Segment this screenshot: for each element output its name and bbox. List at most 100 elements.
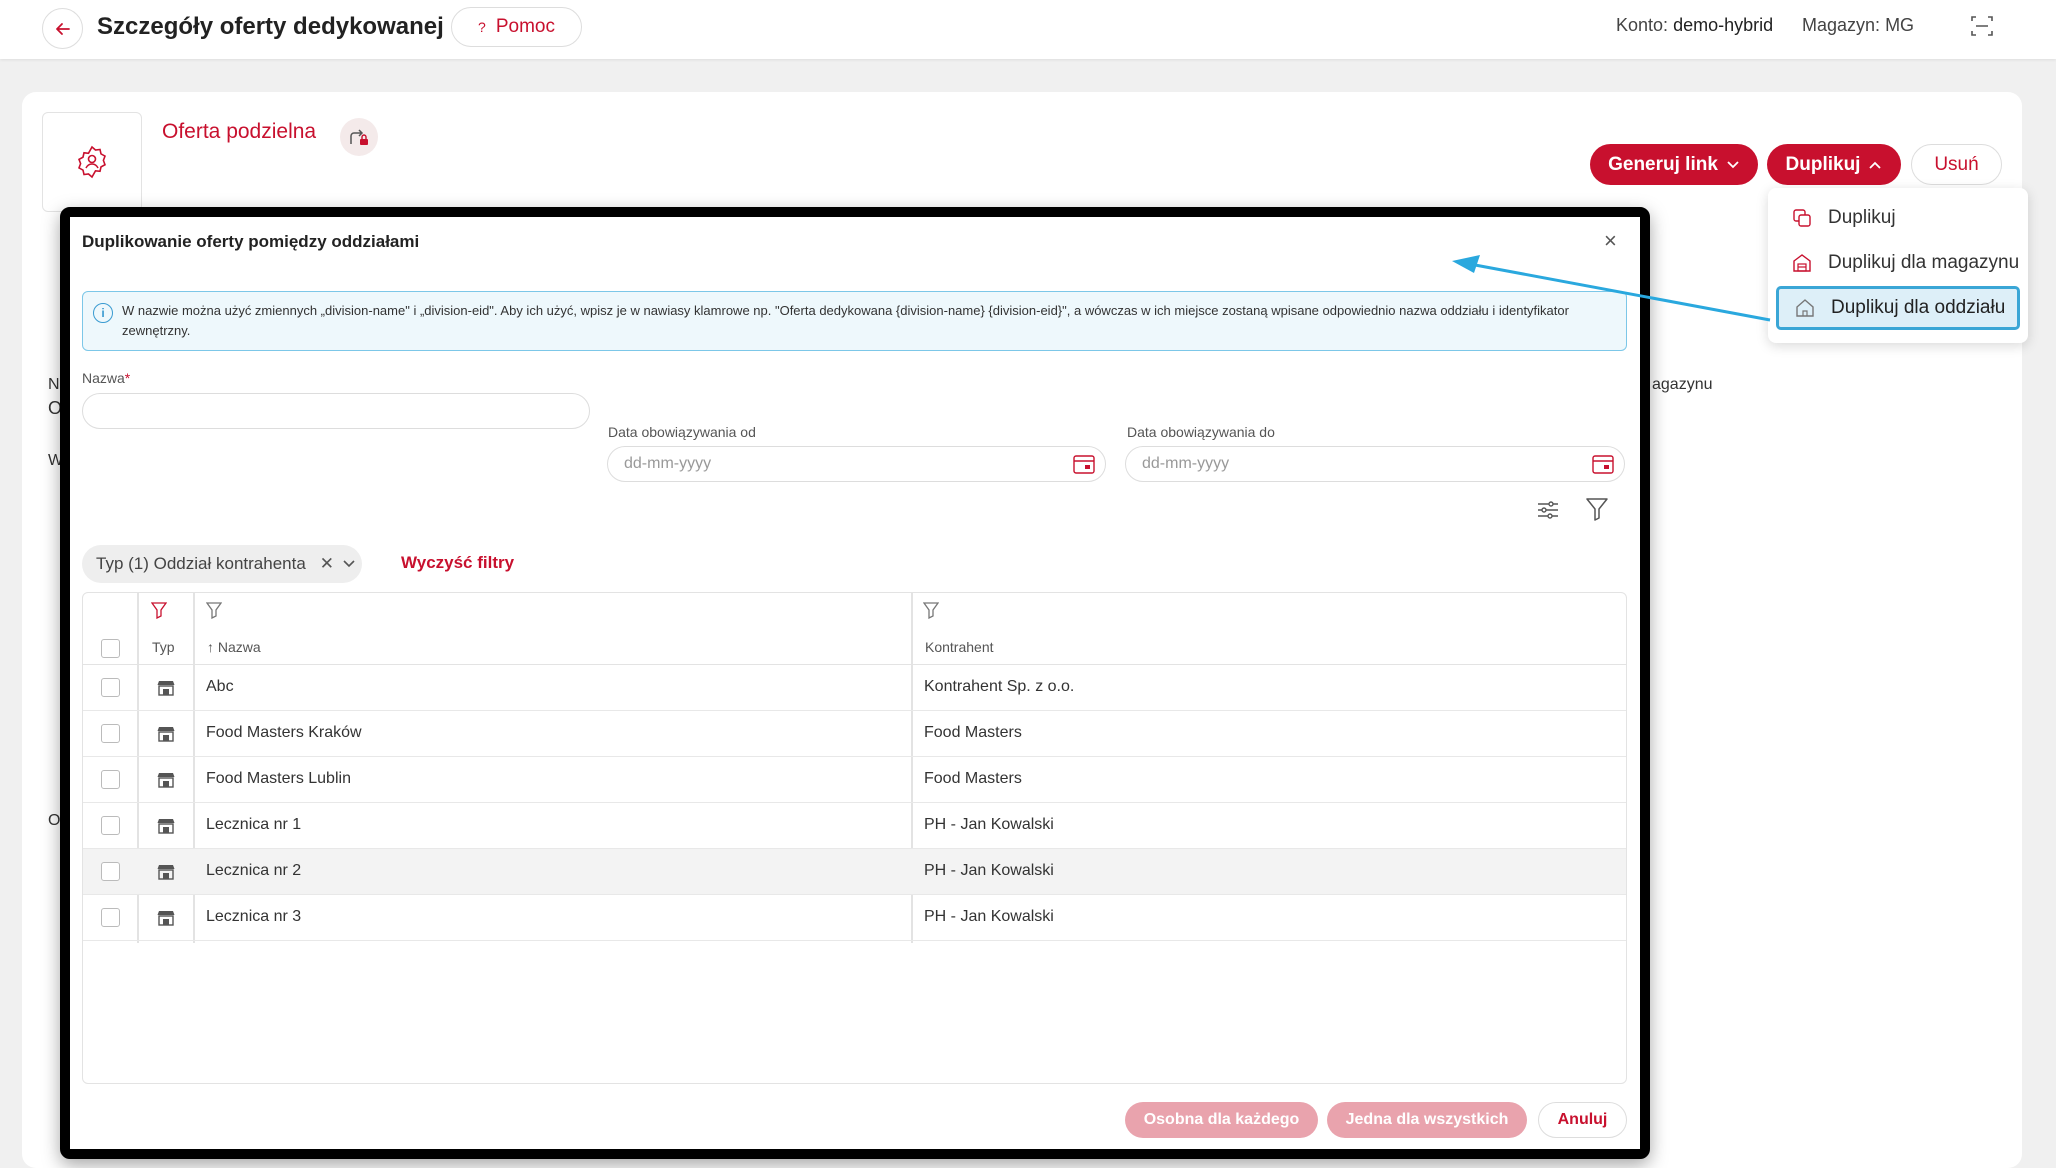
- type-filter-chip[interactable]: Typ (1) Oddział kontrahenta ✕: [82, 545, 362, 583]
- filter-icon[interactable]: [923, 601, 939, 619]
- table-row[interactable]: Lecznica nr 2 PH - Jan Kowalski: [83, 849, 1626, 895]
- account-label: Konto:: [1616, 15, 1669, 35]
- menu-item-label: Duplikuj: [1828, 207, 1896, 228]
- filter-icon[interactable]: [206, 601, 222, 619]
- row-checkbox[interactable]: [101, 770, 120, 789]
- row-contractor: PH - Jan Kowalski: [924, 908, 1054, 925]
- column-settings-icon[interactable]: [1535, 497, 1561, 523]
- cancel-button[interactable]: Anuluj: [1538, 1102, 1627, 1138]
- calendar-icon[interactable]: [1592, 454, 1614, 474]
- column-header-type[interactable]: Typ: [152, 639, 175, 655]
- help-label: Pomoc: [495, 16, 555, 37]
- menu-item-duplicate-division[interactable]: Duplikuj dla oddziału: [1776, 286, 2020, 330]
- clear-filters-link[interactable]: Wyczyść filtry: [401, 553, 514, 573]
- badge-user-icon: [78, 145, 106, 179]
- column-header-name[interactable]: ↑ Nazwa: [207, 639, 261, 655]
- menu-item-duplicate-warehouse[interactable]: Duplikuj dla magazynu: [1776, 241, 2020, 285]
- table-row[interactable]: Lecznica nr 3 PH - Jan Kowalski: [83, 895, 1626, 941]
- delete-button[interactable]: Usuń: [1911, 144, 2002, 185]
- info-icon: i: [93, 303, 113, 323]
- row-name: Food Masters Kraków: [206, 724, 362, 741]
- menu-item-label: Duplikuj dla oddziału: [1831, 297, 2006, 318]
- duplicate-label: Duplikuj: [1785, 153, 1861, 175]
- date-to-input[interactable]: dd-mm-yyyy: [1125, 446, 1625, 482]
- row-name: Lecznica nr 1: [206, 816, 302, 833]
- menu-item-label: Duplikuj dla magazynu: [1828, 252, 2020, 273]
- table-header: Typ ↑ Nazwa Kontrahent: [83, 593, 1626, 665]
- info-text: W nazwie można użyć zmiennych „division-…: [122, 303, 1569, 338]
- date-from-label: Data obowiązywania od: [608, 424, 756, 440]
- select-all-checkbox[interactable]: [101, 639, 120, 658]
- column-header-contractor[interactable]: Kontrahent: [925, 639, 994, 655]
- filter-chip-label: Typ (1) Oddział kontrahenta: [96, 554, 306, 573]
- account-value: demo-hybrid: [1673, 15, 1774, 35]
- row-checkbox[interactable]: [101, 678, 120, 697]
- bg-fragment: O: [48, 812, 61, 829]
- bg-fragment: N: [48, 376, 60, 393]
- row-checkbox[interactable]: [101, 908, 120, 927]
- name-label-text: Nazwa: [82, 370, 125, 386]
- row-contractor: Food Masters: [924, 770, 1022, 787]
- store-icon: [157, 773, 175, 788]
- one-for-all-button[interactable]: Jedna dla wszystkich: [1327, 1102, 1527, 1138]
- store-icon: [157, 819, 175, 834]
- help-button[interactable]: ? Pomoc: [451, 7, 582, 47]
- row-name: Lecznica nr 3: [206, 908, 302, 925]
- modal-title: Duplikowanie oferty pomiędzy oddziałami: [82, 232, 420, 251]
- divisions-table: Typ ↑ Nazwa Kontrahent Abc Kontrahent Sp…: [82, 592, 1627, 1084]
- question-icon: ?: [478, 19, 486, 35]
- chevron-up-icon: [1869, 161, 1882, 169]
- sort-arrow-up-icon: ↑: [207, 639, 218, 655]
- page-title: Szczegóły oferty dedykowanej: [97, 13, 444, 40]
- share-lock-icon: [350, 129, 368, 145]
- table-row[interactable]: Food Masters Kraków Food Masters: [83, 711, 1626, 757]
- warehouse-icon: [1793, 254, 1811, 272]
- row-contractor: Food Masters: [924, 724, 1022, 741]
- back-button[interactable]: [42, 8, 83, 49]
- close-icon[interactable]: ×: [1604, 228, 1617, 254]
- calendar-icon[interactable]: [1073, 454, 1095, 474]
- row-contractor: Kontrahent Sp. z o.o.: [924, 678, 1075, 695]
- filter-icon[interactable]: [1585, 496, 1609, 522]
- home-icon: [1796, 299, 1814, 317]
- separate-for-each-button[interactable]: Osobna dla każdego: [1125, 1102, 1318, 1138]
- store-icon: [157, 727, 175, 742]
- table-row[interactable]: Food Masters Lublin Food Masters: [83, 757, 1626, 803]
- name-input[interactable]: [82, 393, 590, 429]
- chevron-down-icon: [1727, 160, 1739, 168]
- row-checkbox[interactable]: [101, 816, 120, 835]
- filter-icon[interactable]: [151, 601, 167, 619]
- generate-link-label: Generuj link: [1608, 153, 1718, 175]
- fullscreen-scan-icon[interactable]: [1970, 14, 1994, 38]
- name-field-label: Nazwa*: [82, 370, 130, 386]
- warehouse-info: Magazyn: MG: [1802, 15, 1914, 36]
- column-header-name-label: Nazwa: [217, 639, 261, 655]
- arrow-left-icon: [55, 22, 70, 35]
- info-box: i W nazwie można użyć zmiennych „divisio…: [82, 291, 1627, 351]
- required-marker: *: [124, 370, 131, 386]
- top-bar: Szczegóły oferty dedykowanej ? Pomoc Kon…: [0, 0, 2056, 59]
- menu-item-duplicate[interactable]: Duplikuj: [1776, 196, 2020, 240]
- lock-share-badge: [340, 118, 378, 156]
- account-info: Konto: demo-hybrid: [1616, 15, 1773, 36]
- row-contractor: PH - Jan Kowalski: [924, 862, 1054, 879]
- row-name: Lecznica nr 2: [206, 862, 302, 879]
- close-icon[interactable]: ✕: [320, 554, 334, 574]
- store-icon: [157, 681, 175, 696]
- generate-link-button[interactable]: Generuj link: [1590, 144, 1758, 185]
- row-name: Food Masters Lublin: [206, 770, 351, 787]
- row-contractor: PH - Jan Kowalski: [924, 816, 1054, 833]
- duplicate-button[interactable]: Duplikuj: [1767, 144, 1901, 185]
- table-row[interactable]: Abc Kontrahent Sp. z o.o.: [83, 665, 1626, 711]
- row-checkbox[interactable]: [101, 862, 120, 881]
- store-icon: [157, 865, 175, 880]
- table-row[interactable]: Lecznica nr 1 PH - Jan Kowalski: [83, 803, 1626, 849]
- offer-icon-box: [42, 112, 142, 212]
- chevron-down-icon[interactable]: [342, 559, 356, 569]
- date-from-input[interactable]: dd-mm-yyyy: [607, 446, 1106, 482]
- bg-fragment: agazynu: [1652, 376, 1713, 393]
- copy-icon: [1793, 209, 1811, 227]
- warehouse-value: MG: [1885, 15, 1915, 35]
- row-checkbox[interactable]: [101, 724, 120, 743]
- warehouse-label: Magazyn:: [1802, 15, 1881, 35]
